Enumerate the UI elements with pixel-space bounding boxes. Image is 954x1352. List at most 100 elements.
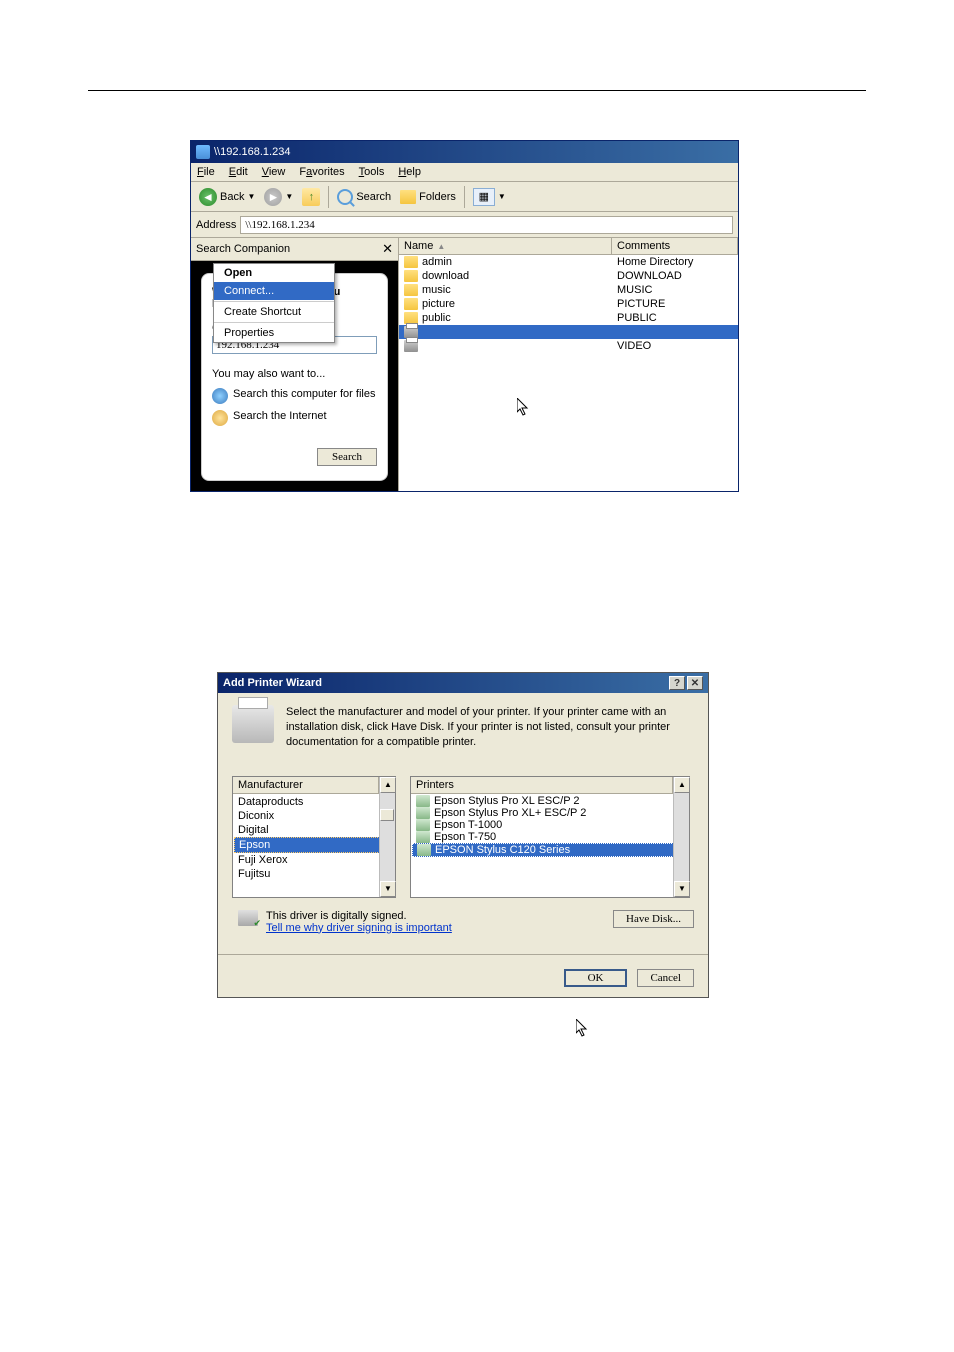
list-item[interactable]: Diconix xyxy=(234,809,394,823)
search-icon xyxy=(337,189,353,205)
menu-view[interactable]: View xyxy=(262,166,286,178)
wizard-titlebar[interactable]: Add Printer Wizard ? ✕ xyxy=(218,673,708,693)
ok-button[interactable]: OK xyxy=(564,969,628,987)
printer-driver-icon xyxy=(416,807,430,819)
context-connect[interactable]: Connect... xyxy=(214,282,334,300)
addressbar: Address xyxy=(191,212,738,238)
forward-dropdown-icon[interactable]: ▼ xyxy=(285,192,293,201)
sort-ascending-icon: ▲ xyxy=(437,242,445,251)
views-icon: ▦ xyxy=(473,188,495,206)
list-item[interactable]: downloadDOWNLOAD xyxy=(399,269,738,283)
folder-icon xyxy=(404,298,418,310)
menu-tools[interactable]: Tools xyxy=(359,166,385,178)
list-item[interactable]: Epson Stylus Pro XL ESC/P 2 xyxy=(412,795,688,807)
folder-icon xyxy=(404,270,418,282)
menu-help[interactable]: Help xyxy=(398,166,421,178)
have-disk-button[interactable]: Have Disk... xyxy=(613,910,694,928)
manufacturer-listbox[interactable]: Manufacturer Dataproducts Diconix Digita… xyxy=(232,776,396,898)
printer-driver-icon xyxy=(416,831,430,843)
list-item[interactable]: picturePICTURE xyxy=(399,297,738,311)
search-button[interactable]: Search xyxy=(334,188,394,206)
search-button[interactable]: Search xyxy=(317,448,377,466)
wizard-body: Select the manufacturer and model of you… xyxy=(218,693,708,954)
list-item-selected[interactable] xyxy=(399,325,738,339)
context-create-shortcut[interactable]: Create Shortcut xyxy=(214,303,334,321)
file-list-area: Name▲ Comments adminHome Directory downl… xyxy=(399,238,738,491)
list-item-selected[interactable]: EPSON Stylus C120 Series xyxy=(412,843,688,857)
folder-icon xyxy=(404,284,418,296)
list-item[interactable]: musicMUSIC xyxy=(399,283,738,297)
list-item[interactable]: Epson T-1000 xyxy=(412,819,688,831)
search-files-icon xyxy=(212,388,228,404)
list-item[interactable]: Fujitsu xyxy=(234,867,394,881)
forward-icon: ► xyxy=(264,188,282,206)
back-button[interactable]: ◄Back ▼ xyxy=(196,187,258,207)
printers-listbox[interactable]: Printers Epson Stylus Pro XL ESC/P 2 Eps… xyxy=(410,776,690,898)
search-files-link[interactable]: Search this computer for files xyxy=(212,388,377,404)
signed-icon xyxy=(238,910,258,926)
list-item[interactable]: Epson Stylus Pro XL+ ESC/P 2 xyxy=(412,807,688,819)
close-icon[interactable]: ✕ xyxy=(382,241,393,257)
forward-button[interactable]: ►▼ xyxy=(261,187,296,207)
list-item[interactable]: publicPUBLIC xyxy=(399,311,738,325)
explorer-window: \\192.168.1.234 File Edit View Favorites… xyxy=(190,140,739,492)
menubar: File Edit View Favorites Tools Help xyxy=(191,163,738,182)
column-name[interactable]: Name▲ xyxy=(399,238,612,254)
wizard-lists: Manufacturer Dataproducts Diconix Digita… xyxy=(232,776,694,898)
toolbar-separator xyxy=(328,186,329,208)
column-comments[interactable]: Comments xyxy=(612,238,738,254)
list-item[interactable]: VIDEO xyxy=(399,339,738,353)
signed-text: This driver is digitally signed. xyxy=(266,910,452,922)
also-label: You may also want to... xyxy=(212,368,377,380)
folder-icon xyxy=(404,256,418,268)
scroll-thumb[interactable] xyxy=(380,809,394,821)
menu-file[interactable]: File xyxy=(197,166,215,178)
address-label: Address xyxy=(196,219,236,231)
up-button[interactable]: ↑ xyxy=(299,187,323,207)
wizard-description: Select the manufacturer and model of you… xyxy=(286,705,694,750)
list-item[interactable]: Fuji Xerox xyxy=(234,853,394,867)
context-separator xyxy=(214,322,334,323)
scroll-down-icon[interactable]: ▼ xyxy=(380,881,396,897)
list-item[interactable]: Epson T-750 xyxy=(412,831,688,843)
signing-link[interactable]: Tell me why driver signing is important xyxy=(266,922,452,934)
list-item[interactable]: adminHome Directory xyxy=(399,255,738,269)
context-open[interactable]: Open xyxy=(214,264,334,282)
folders-button[interactable]: Folders xyxy=(397,189,459,205)
titlebar[interactable]: \\192.168.1.234 xyxy=(191,141,738,163)
cancel-button[interactable]: Cancel xyxy=(637,969,694,987)
printer-driver-icon xyxy=(417,844,431,856)
scrollbar[interactable]: ▲▼ xyxy=(673,777,689,897)
search-internet-icon xyxy=(212,410,228,426)
wizard-title: Add Printer Wizard xyxy=(223,677,322,689)
help-button[interactable]: ? xyxy=(669,676,685,690)
scrollbar[interactable]: ▲▼ xyxy=(379,777,395,897)
views-button[interactable]: ▦▼ xyxy=(470,187,509,207)
searchpane-title: Search Companion xyxy=(196,243,290,255)
context-properties[interactable]: Properties xyxy=(214,324,334,342)
printer-icon xyxy=(232,705,274,743)
context-separator xyxy=(214,301,334,302)
list-item[interactable]: Dataproducts xyxy=(234,795,394,809)
printer-driver-icon xyxy=(416,795,430,807)
scroll-down-icon[interactable]: ▼ xyxy=(674,881,690,897)
up-icon: ↑ xyxy=(302,188,320,206)
manufacturer-items: Dataproducts Diconix Digital Epson Fuji … xyxy=(233,794,395,882)
page-divider xyxy=(88,90,866,91)
list-item-selected[interactable]: Epson xyxy=(234,837,394,853)
window-title: \\192.168.1.234 xyxy=(214,146,290,158)
printers-header: Printers xyxy=(411,777,673,794)
back-dropdown-icon[interactable]: ▼ xyxy=(247,192,255,201)
search-internet-link[interactable]: Search the Internet xyxy=(212,410,377,426)
menu-edit[interactable]: Edit xyxy=(229,166,248,178)
list-item[interactable]: Digital xyxy=(234,823,394,837)
close-button[interactable]: ✕ xyxy=(687,676,703,690)
scroll-up-icon[interactable]: ▲ xyxy=(380,777,396,793)
menu-favorites[interactable]: Favorites xyxy=(299,166,344,178)
wizard-instruction: Select the manufacturer and model of you… xyxy=(232,705,694,750)
printer-driver-icon xyxy=(416,819,430,831)
scroll-up-icon[interactable]: ▲ xyxy=(674,777,690,793)
address-input[interactable] xyxy=(240,216,733,234)
folder-icon xyxy=(400,190,416,204)
toolbar: ◄Back ▼ ►▼ ↑ Search Folders ▦▼ xyxy=(191,182,738,212)
